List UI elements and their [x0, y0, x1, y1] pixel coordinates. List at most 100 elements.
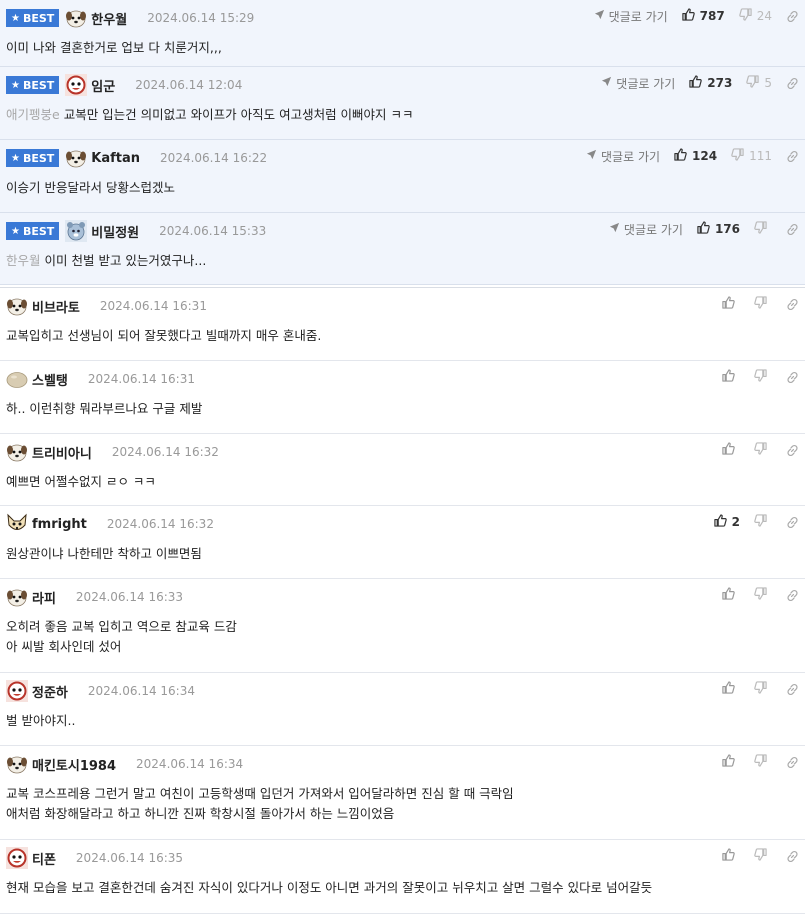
link-icon[interactable]: [786, 150, 799, 163]
like-count: 2: [731, 515, 740, 529]
avatar[interactable]: [65, 147, 87, 169]
like-button[interactable]: [722, 369, 740, 385]
dislike-button[interactable]: 24: [738, 8, 772, 24]
avatar[interactable]: [6, 368, 28, 390]
nickname[interactable]: 스벨탱: [32, 370, 68, 389]
comment-text-line: 현재 모습을 보고 결혼한건데 숨겨진 자식이 있다거나 이정도 아니면 과거의…: [6, 878, 795, 898]
nickname[interactable]: fmright: [32, 517, 87, 532]
nickname[interactable]: 임군: [91, 76, 115, 95]
avatar[interactable]: [65, 220, 88, 242]
like-button[interactable]: [722, 442, 740, 458]
dislike-button[interactable]: [754, 587, 772, 603]
dislike-button[interactable]: 5: [746, 75, 772, 91]
comment-actions: [722, 294, 799, 314]
avatar[interactable]: [65, 7, 87, 29]
like-button[interactable]: [722, 848, 740, 864]
nickname[interactable]: 정준하: [32, 682, 68, 701]
go-to-reply-link[interactable]: 댓글로 가기: [586, 148, 660, 165]
link-icon[interactable]: [786, 756, 799, 769]
avatar[interactable]: [6, 441, 28, 463]
link-icon[interactable]: [786, 850, 799, 863]
dislike-button[interactable]: [754, 514, 772, 530]
comment-header: ★ BEST 한우월 2024.06.14 15:29: [6, 8, 254, 28]
dislike-button[interactable]: [754, 754, 772, 770]
like-button[interactable]: [722, 296, 740, 312]
avatar[interactable]: [6, 513, 28, 535]
dislike-button[interactable]: [754, 681, 772, 697]
send-icon: [609, 222, 624, 236]
dislike-button[interactable]: [754, 848, 772, 864]
link-icon[interactable]: [786, 444, 799, 457]
link-icon[interactable]: [786, 589, 799, 602]
like-button[interactable]: [722, 587, 740, 603]
thumbs-up-icon: [722, 681, 740, 697]
link-icon[interactable]: [786, 223, 799, 236]
star-icon: ★: [11, 12, 20, 24]
link-icon[interactable]: [786, 77, 799, 90]
timestamp: 2024.06.14 16:22: [160, 151, 268, 165]
comment-header: ★ BEST 비밀정원 2024.06.14 15:33: [6, 220, 266, 242]
timestamp: 2024.06.14 12:04: [135, 78, 243, 92]
best-comment: ★ BEST 한우월 2024.06.14 15:29 댓글로 가기 787 24 이미 나와…: [0, 0, 805, 67]
like-button[interactable]: 176: [697, 221, 740, 237]
timestamp: 2024.06.14 16:35: [75, 851, 184, 865]
thumbs-up-icon: [722, 848, 740, 864]
avatar[interactable]: [6, 753, 28, 775]
comment-text: 예쁘면 어쩔수없지 ㄹㅇ ㅋㅋ: [6, 474, 156, 489]
avatar[interactable]: [6, 586, 28, 608]
link-icon[interactable]: [786, 298, 799, 311]
nickname[interactable]: 티폰: [32, 849, 56, 868]
dislike-count: 5: [764, 76, 772, 90]
nickname[interactable]: Kaftan: [91, 151, 140, 166]
nickname[interactable]: 매킨토시1984: [32, 755, 116, 774]
comment-actions: [722, 585, 799, 605]
comment-header: 스벨탱 2024.06.14 16:31: [6, 369, 195, 389]
comment-text: 하.. 이런취향 뭐라부르나요 구글 제발: [6, 401, 203, 416]
link-icon[interactable]: [786, 516, 799, 529]
go-to-reply-link[interactable]: 댓글로 가기: [594, 8, 668, 25]
dislike-button[interactable]: [754, 221, 772, 237]
like-count: 176: [714, 222, 740, 236]
comment-actions: 댓글로 가기 787 24: [594, 6, 799, 26]
thumbs-down-icon: [754, 754, 772, 770]
like-button[interactable]: 124: [674, 148, 717, 164]
comment: 라피 2024.06.14 16:33 오히려 좋음 교복 입히고 역으로 참교육 …: [0, 579, 805, 673]
comment-header: ★ BEST 임군 2024.06.14 12:04: [6, 74, 243, 96]
dislike-button[interactable]: 111: [731, 148, 772, 164]
link-icon[interactable]: [786, 371, 799, 384]
best-badge: ★ BEST: [6, 9, 60, 27]
like-button[interactable]: 787: [681, 8, 725, 24]
go-to-reply-link[interactable]: 댓글로 가기: [601, 75, 675, 92]
comment-text-line: 한우월 이미 천벌 받고 있는거였구나...: [6, 251, 795, 271]
avatar[interactable]: [6, 847, 28, 869]
timestamp: 2024.06.14 15:29: [147, 11, 255, 25]
dislike-button[interactable]: [754, 442, 772, 458]
comment-text: 교복입히고 선생님이 되어 잘못했다고 빌때까지 매우 혼내줌.: [6, 328, 322, 343]
nickname[interactable]: 비밀정원: [91, 222, 139, 241]
avatar[interactable]: [6, 295, 28, 317]
nickname[interactable]: 비브라토: [32, 297, 80, 316]
like-button[interactable]: 273: [689, 75, 732, 91]
comment-body: 교복 코스프레용 그런거 말고 여친이 고등학생때 입던거 가져와서 입어달라하…: [6, 784, 795, 824]
dislike-button[interactable]: [754, 296, 772, 312]
go-to-reply-link[interactable]: 댓글로 가기: [609, 221, 683, 238]
like-button[interactable]: [722, 681, 740, 697]
like-button[interactable]: 2: [713, 514, 740, 530]
comment-text-line: 이미 나와 결혼한거로 업보 다 치룬거지,,,: [6, 38, 795, 58]
thumbs-up-icon: [722, 587, 740, 603]
link-icon[interactable]: [786, 10, 799, 23]
thumbs-down-icon: [746, 75, 764, 91]
mention[interactable]: 애기펭붕e: [6, 107, 60, 122]
like-button[interactable]: [722, 754, 740, 770]
nickname[interactable]: 한우월: [91, 9, 127, 28]
link-icon[interactable]: [786, 683, 799, 696]
avatar[interactable]: [65, 74, 88, 96]
nickname[interactable]: 트리비아니: [32, 443, 92, 462]
mention[interactable]: 한우월: [6, 253, 41, 268]
thumbs-up-icon: [681, 8, 700, 24]
dislike-button[interactable]: [754, 369, 772, 385]
avatar[interactable]: [6, 680, 28, 702]
comment-text: 이미 나와 결혼한거로 업보 다 치룬거지,,,: [6, 40, 222, 55]
nickname[interactable]: 라피: [32, 588, 56, 607]
comment-body: 애기펭붕e 교복만 입는건 의미없고 와이프가 아직도 여고생처럼 이뻐야지 ㅋㅋ: [6, 105, 795, 125]
